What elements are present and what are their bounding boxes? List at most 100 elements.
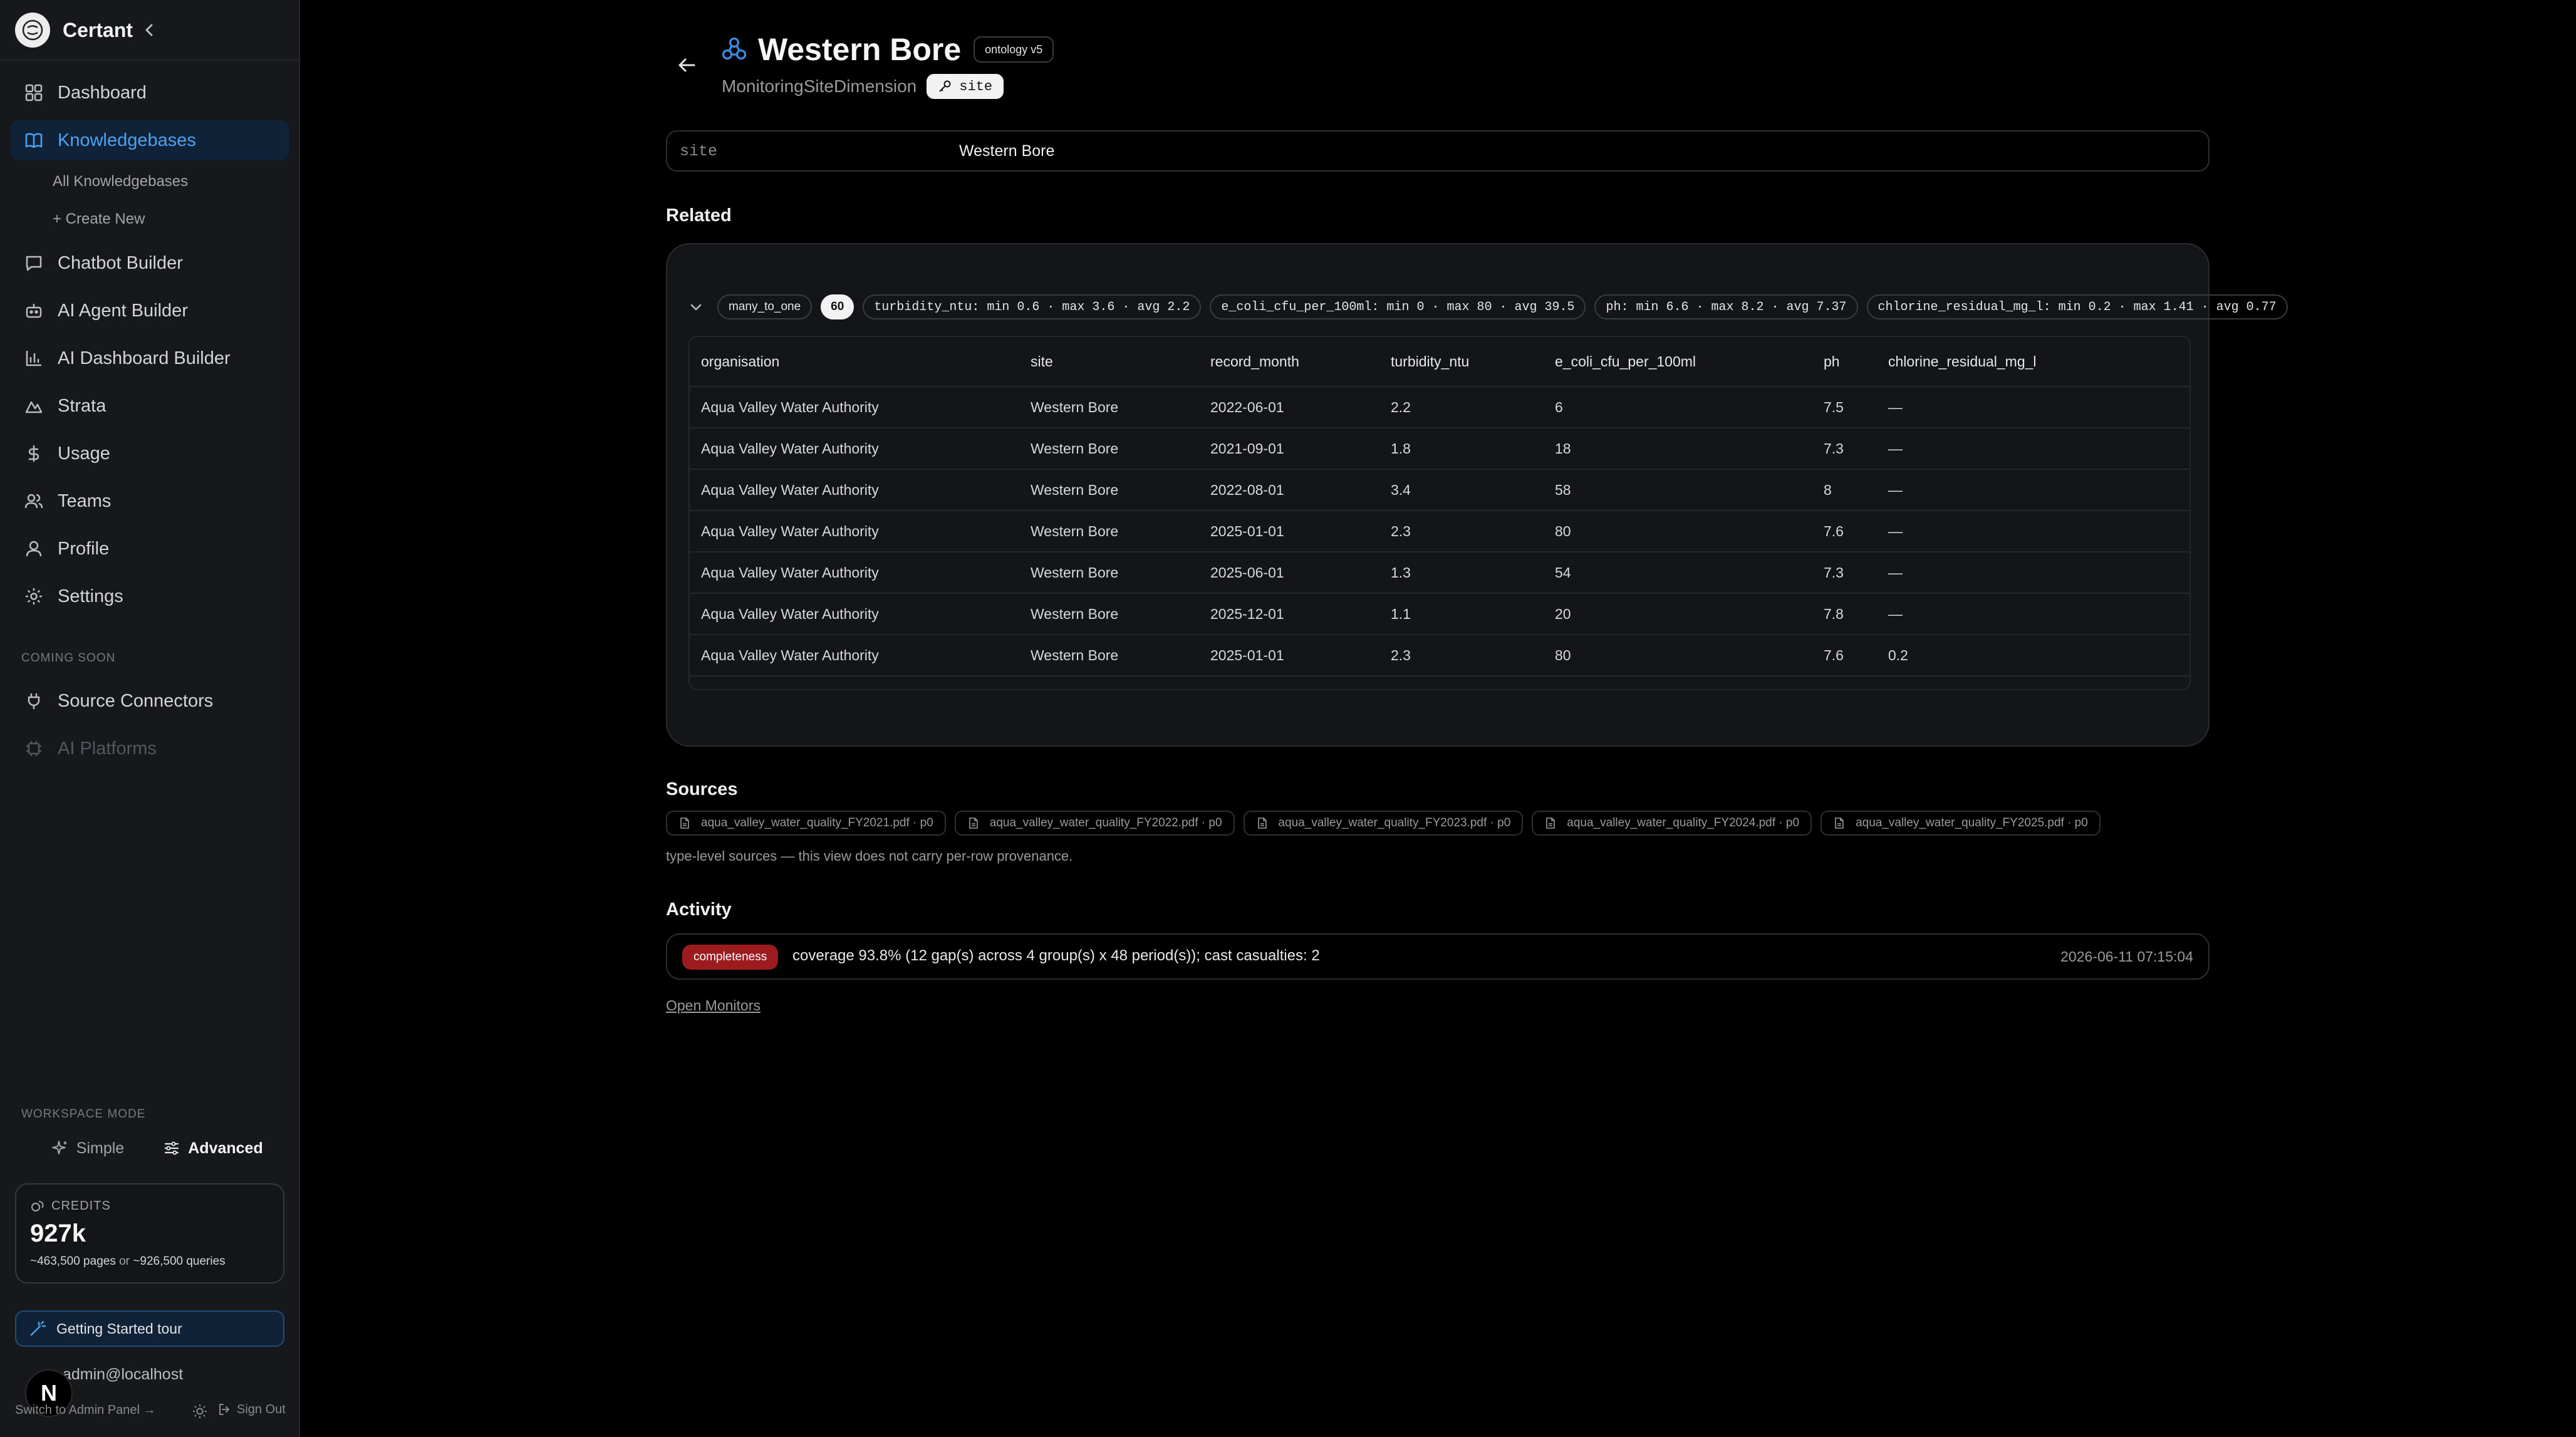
table-cell: Aqua Valley Water Authority [690,469,1019,511]
sidebar-item-source-connectors[interactable]: Source Connectors [10,681,289,721]
page-title: Western Bore [758,32,962,67]
user-email: admin@localhost [63,1366,184,1383]
sidebar-item-profile[interactable]: Profile [10,529,289,569]
sidebar-item-settings[interactable]: Settings [10,576,289,616]
table-row[interactable]: Aqua Valley Water AuthorityWestern Bore2… [690,386,2189,428]
brand[interactable]: Certant [15,13,133,48]
table-cell: 80 [1544,511,1812,552]
sidebar-item-label: Dashboard [58,82,147,103]
mode-simple-label: Simple [76,1139,125,1157]
column-header[interactable]: record_month [1199,337,1379,387]
column-header[interactable]: site [1019,337,1199,387]
relation-type-chip: many_to_one [717,294,813,319]
source-file-chip[interactable]: aqua_valley_water_quality_FY2023.pdf · p… [1243,811,1524,836]
table-cell: 0.2 [1877,635,2189,677]
user-icon [26,541,42,557]
column-header[interactable]: turbidity_ntu [1379,337,1544,387]
sub-item-all-knowledgebases[interactable]: All Knowledgebases [53,173,188,190]
source-file-label: aqua_valley_water_quality_FY2025.pdf · p… [1856,816,2088,829]
activity-text: coverage 93.8% (12 gap(s) across 4 group… [792,947,1320,964]
table-cell: — [1877,386,2189,428]
gear-icon [26,588,42,604]
file-icon [1546,817,1555,829]
table-cell: 18 [1544,428,1812,470]
sidebar-item-knowledgebases[interactable]: Knowledgebases [10,120,289,160]
key-icon [939,80,951,92]
field-key: site [680,142,718,160]
stat-chip: chlorine_residual_mg_l: min 0.2 · max 1.… [1866,294,2288,319]
sun-icon[interactable] [192,1403,208,1419]
table-row[interactable]: Aqua Valley Water AuthorityWestern Bore 2… [690,511,2189,552]
sources-list: aqua_valley_water_quality_FY2021.pdf · p… [666,811,2109,836]
sidebar-item-ai-agent-builder[interactable]: AI Agent Builder [10,291,289,331]
table-cell: Aqua Valley Water Authority [690,511,1019,552]
table-cell: 58 [1544,676,1812,689]
table-cell: 7.6 [1812,635,1877,677]
activity-item: completeness coverage 93.8% (12 gap(s) a… [666,933,2210,980]
table-cell: 2022-06-01 [1199,386,1379,428]
table-cell: — [1877,428,2189,470]
table-row[interactable]: Aqua Valley Water AuthorityWestern Bore2… [690,552,2189,594]
column-header[interactable]: e_coli_cfu_per_100ml [1544,337,1812,387]
plug-icon [28,693,40,709]
table-cell: Aqua Valley Water Authority [690,593,1019,635]
chevron-left-icon[interactable] [139,19,159,41]
column-header[interactable]: organisation [690,337,1019,387]
workspace-mode-toggle: Simple Advanced [25,1129,276,1168]
table-cell: 2.2 [1379,386,1544,428]
table-row[interactable]: Aqua Valley Water AuthorityWestern Bore2… [690,469,2189,511]
open-monitors-link[interactable]: Open Monitors [666,997,761,1014]
chevron-down-icon[interactable] [687,298,705,316]
site-field: site Western Bore [666,130,2210,172]
ontology-version-badge: ontology v5 [974,36,1054,63]
column-header[interactable]: chlorine_residual_mg_l [1877,337,2189,387]
bot-icon [26,304,42,318]
table-cell: 1.1 [1379,593,1544,635]
column-header[interactable]: ph [1812,337,1877,387]
admin-panel-link[interactable]: Switch to Admin Panel → [15,1403,156,1418]
mode-simple-button[interactable]: Simple [25,1129,150,1168]
table-cell: 3.4 [1379,469,1544,511]
table-row[interactable]: Aqua Valley Water AuthorityWestern Bore2… [690,428,2189,470]
related-section-title: Related [666,205,732,226]
table-cell: Western Bore [1019,469,1199,511]
source-file-chip[interactable]: aqua_valley_water_quality_FY2025.pdf · p… [1820,811,2101,836]
table-row[interactable]: Aqua Valley Water AuthorityWestern Bore2… [690,593,2189,635]
credits-label: CREDITS [30,1198,111,1213]
mode-advanced-button[interactable]: Advanced [150,1129,276,1168]
table-cell: 2.3 [1379,511,1544,552]
table-cell: 7.3 [1812,428,1877,470]
sidebar-item-dashboard[interactable]: Dashboard [10,73,289,113]
workspace-mode-label: WORKSPACE MODE [21,1108,146,1121]
sidebar-item-ai-dashboard-builder[interactable]: AI Dashboard Builder [10,338,289,378]
sidebar-item-chatbot-builder[interactable]: Chatbot Builder [10,243,289,283]
source-file-chip[interactable]: aqua_valley_water_quality_FY2022.pdf · p… [954,811,1235,836]
table-cell: Western Bore [1019,386,1199,428]
sidebar-item-label: Chatbot Builder [58,252,183,273]
related-table[interactable]: organisation site record_month turbidity… [688,336,2191,690]
table-row[interactable]: Aqua Valley Water AuthorityWestern Bore2… [690,635,2189,677]
source-file-chip[interactable]: aqua_valley_water_quality_FY2024.pdf · p… [1532,811,1812,836]
stat-chip: turbidity_ntu: min 0.6 · max 3.6 · avg 2… [863,294,1202,319]
file-icon [680,817,689,829]
table-cell: 2022-08-01 [1199,469,1379,511]
file-icon [969,817,978,829]
sidebar-item-strata[interactable]: Strata [10,386,289,426]
completeness-badge: completeness [682,945,779,970]
getting-started-tour-button[interactable]: Getting Started tour [15,1310,284,1347]
table-cell: Western Bore [1019,552,1199,594]
sub-item-create-new[interactable]: + Create New [53,210,145,228]
table-row[interactable]: Aqua Valley Water AuthorityWestern Bore2… [690,676,2189,689]
table-cell: Western Bore [1019,511,1199,552]
source-file-chip[interactable]: aqua_valley_water_quality_FY2021.pdf · p… [666,811,946,836]
sidebar-item-teams[interactable]: Teams [10,481,289,521]
table-cell: 80 [1544,635,1812,677]
page-subtitle-row: MonitoringSiteDimension site [722,74,1004,99]
back-arrow-icon[interactable] [674,53,699,78]
table-cell: — [1877,469,2189,511]
sidebar-item-label: Source Connectors [58,690,214,711]
sidebar-item-usage[interactable]: Usage [10,433,289,474]
table-cell: 7.5 [1812,386,1877,428]
table-cell: 2.3 [1379,635,1544,677]
sign-out-button[interactable]: Sign Out [217,1402,286,1417]
